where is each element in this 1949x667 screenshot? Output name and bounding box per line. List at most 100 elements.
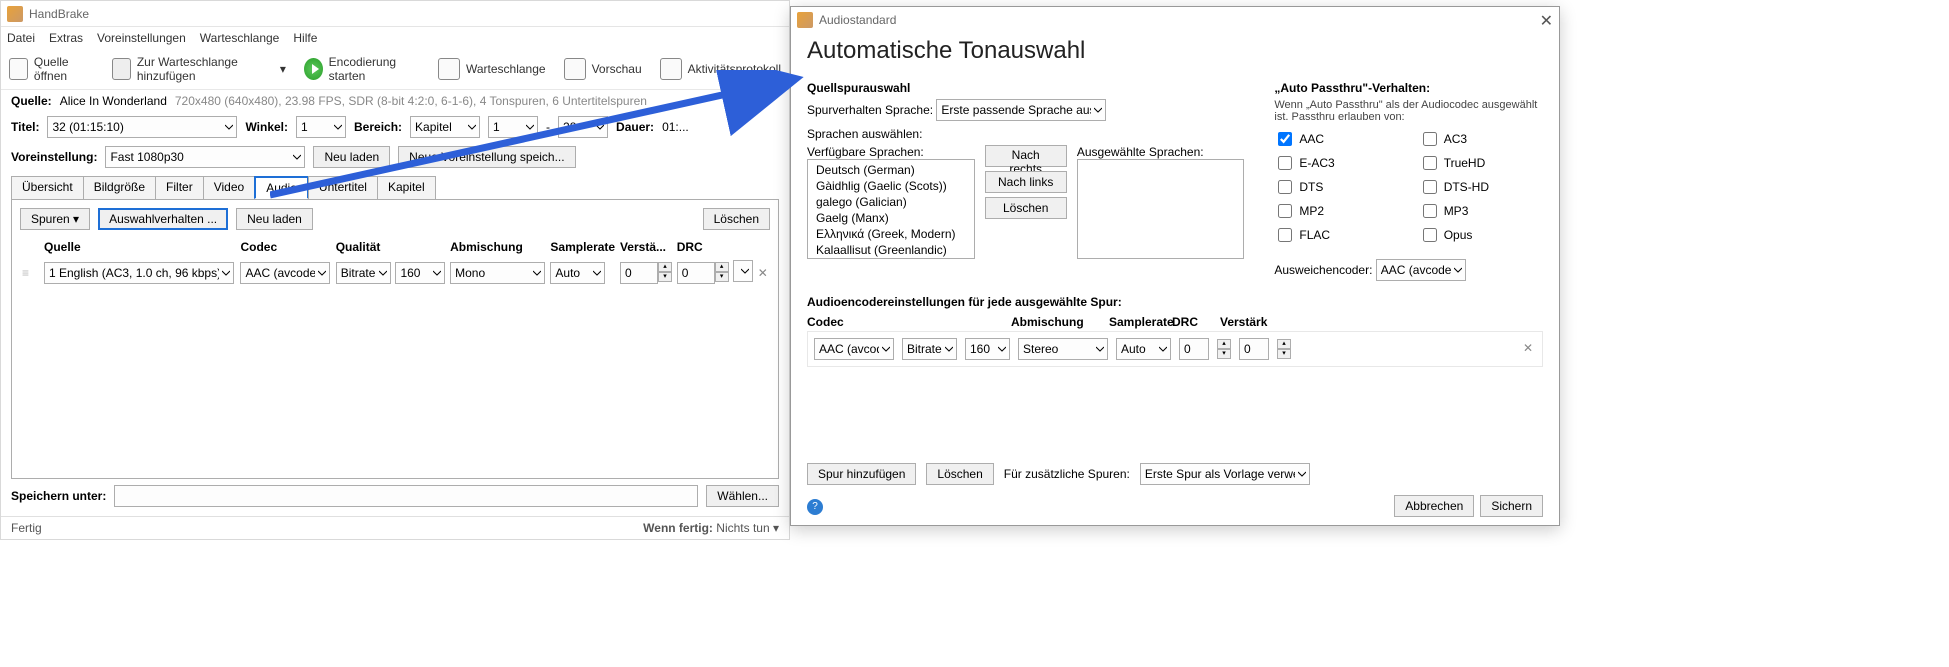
fallback-select[interactable]: AAC (avcodec) <box>1376 259 1466 281</box>
codec-check-dts-hd[interactable]: DTS-HD <box>1419 177 1543 197</box>
audio-delete-button[interactable]: Löschen <box>703 208 770 230</box>
tab-filter[interactable]: Filter <box>155 176 204 199</box>
tab-audio[interactable]: Audio <box>254 176 309 199</box>
lang-item[interactable]: Deutsch (German) <box>810 162 972 178</box>
tab-kapitel[interactable]: Kapitel <box>377 176 436 199</box>
track-source-select[interactable]: 1 English (AC3, 1.0 ch, 96 kbps) <box>44 262 234 284</box>
save-path-input[interactable] <box>114 485 698 507</box>
codec-check-ac3[interactable]: AC3 <box>1419 129 1543 149</box>
tab-untertitel[interactable]: Untertitel <box>308 176 378 199</box>
enc-bitrate-select[interactable]: 160 <box>965 338 1010 360</box>
range-from-select[interactable]: 1 <box>488 116 538 138</box>
gain-up[interactable]: ▴ <box>658 262 672 272</box>
remove-track-button[interactable]: ✕ <box>758 266 768 280</box>
enc-gain-input[interactable] <box>1239 338 1269 360</box>
lang-item[interactable]: galego (Galician) <box>810 194 972 210</box>
menu-hilfe[interactable]: Hilfe <box>293 31 317 45</box>
move-left-button[interactable]: Nach links <box>985 171 1067 193</box>
delete-track-button[interactable]: Löschen <box>926 463 993 485</box>
preview-button[interactable]: Vorschau <box>564 58 642 80</box>
menu-datei[interactable]: Datei <box>7 31 35 45</box>
enc-drc-input[interactable] <box>1179 338 1209 360</box>
preset-select[interactable]: Fast 1080p30 <box>105 146 305 168</box>
extra-tracks-select[interactable]: Erste Spur als Vorlage verwend <box>1140 463 1310 485</box>
track-bitrate-select[interactable]: 160 <box>395 262 445 284</box>
chevron-down-icon[interactable]: ▾ <box>280 62 286 76</box>
tab-bildgroesse[interactable]: Bildgröße <box>83 176 156 199</box>
lang-item[interactable]: Gàidhlig (Gaelic (Scots)) <box>810 178 972 194</box>
codec-check-mp3[interactable]: MP3 <box>1419 201 1543 221</box>
enc-remove-button[interactable]: ✕ <box>1520 341 1536 357</box>
selection-behavior-button[interactable]: Auswahlverhalten ... <box>98 208 228 230</box>
chosen-lang-list[interactable] <box>1077 159 1245 259</box>
menubar: Datei Extras Voreinstellungen Warteschla… <box>1 27 789 49</box>
title-select[interactable]: 32 (01:15:10) <box>47 116 237 138</box>
codec-check-flac[interactable]: FLAC <box>1274 225 1388 245</box>
col-codec: Codec <box>238 236 333 258</box>
preset-reload-button[interactable]: Neu laden <box>313 146 390 168</box>
enc-mix-select[interactable]: Stereo <box>1018 338 1108 360</box>
enc-sr-select[interactable]: Auto <box>1116 338 1171 360</box>
start-encode-button[interactable]: Encodierung starten <box>304 55 420 83</box>
chosen-lang-label: Ausgewählte Sprachen: <box>1077 145 1245 159</box>
angle-select[interactable]: 1 <box>296 116 346 138</box>
audio-track-row: ≡ 1 English (AC3, 1.0 ch, 96 kbps) AAC (… <box>20 258 770 287</box>
source-selection-heading: Quellspurauswahl <box>807 81 1244 95</box>
track-drc-input[interactable] <box>677 262 715 284</box>
enc-codec-select[interactable]: AAC (avcode <box>814 338 894 360</box>
tab-strip: Übersicht Bildgröße Filter Video Audio U… <box>11 176 779 199</box>
title-label: Titel: <box>11 120 39 134</box>
tracks-dropdown-button[interactable]: Spuren ▾ <box>20 208 90 230</box>
queue-add-icon <box>112 58 131 80</box>
col-quality: Qualität <box>334 236 394 258</box>
folder-icon <box>9 58 28 80</box>
browse-button[interactable]: Wählen... <box>706 485 779 507</box>
queue-button[interactable]: Warteschlange <box>438 58 546 80</box>
track-sr-select[interactable]: Auto <box>550 262 605 284</box>
range-type-select[interactable]: Kapitel <box>410 116 480 138</box>
enc-mode-select[interactable]: Bitrate <box>902 338 957 360</box>
cancel-button[interactable]: Abbrechen <box>1394 495 1474 517</box>
track-mode-select[interactable]: Bitrate: <box>336 262 391 284</box>
when-done-label: Wenn fertig: <box>643 521 713 535</box>
drag-handle-icon[interactable]: ≡ <box>22 266 29 280</box>
move-right-button[interactable]: Nach rechts <box>985 145 1067 167</box>
add-track-button[interactable]: Spur hinzufügen <box>807 463 916 485</box>
drc-down[interactable]: ▾ <box>715 272 729 282</box>
drc-up[interactable]: ▴ <box>715 262 729 272</box>
codec-check-truehd[interactable]: TrueHD <box>1419 153 1543 173</box>
dialog-close-button[interactable]: ✕ <box>1540 11 1553 31</box>
codec-check-opus[interactable]: Opus <box>1419 225 1543 245</box>
menu-voreinstellungen[interactable]: Voreinstellungen <box>97 31 186 45</box>
tab-uebersicht[interactable]: Übersicht <box>11 176 84 199</box>
codec-check-mp2[interactable]: MP2 <box>1274 201 1388 221</box>
codec-check-dts[interactable]: DTS <box>1274 177 1388 197</box>
save-button[interactable]: Sichern <box>1480 495 1543 517</box>
codec-check-e-ac3[interactable]: E-AC3 <box>1274 153 1388 173</box>
gain-down[interactable]: ▾ <box>658 272 672 282</box>
source-meta: 720x480 (640x480), 23.98 FPS, SDR (8-bit… <box>175 94 647 108</box>
lang-item[interactable]: Gaelg (Manx) <box>810 210 972 226</box>
available-lang-list[interactable]: Deutsch (German)Gàidhlig (Gaelic (Scots)… <box>807 159 975 259</box>
lang-delete-button[interactable]: Löschen <box>985 197 1067 219</box>
audio-reload-button[interactable]: Neu laden <box>236 208 313 230</box>
track-behavior-select[interactable]: Erste passende Sprache auswäl <box>936 99 1106 121</box>
activity-button[interactable]: Aktivitätsprotokoll <box>660 58 781 80</box>
track-gain-input[interactable] <box>620 262 658 284</box>
menu-extras[interactable]: Extras <box>49 31 83 45</box>
menu-warteschlange[interactable]: Warteschlange <box>200 31 280 45</box>
add-to-queue-button[interactable]: Zur Warteschlange hinzufügen▾ <box>112 55 286 83</box>
range-to-select[interactable]: 28 <box>558 116 608 138</box>
lang-item[interactable]: Kalaallisut (Greenlandic) <box>810 242 972 258</box>
track-codec-select[interactable]: AAC (avcodec) <box>240 262 330 284</box>
track-more-button[interactable] <box>733 260 753 282</box>
preset-save-button[interactable]: Neue Voreinstellung speich... <box>398 146 575 168</box>
help-button[interactable]: ? <box>807 499 823 515</box>
fallback-label: Ausweichencoder: <box>1274 263 1372 277</box>
open-source-button[interactable]: Quelle öffnen <box>9 55 94 83</box>
track-mix-select[interactable]: Mono <box>450 262 545 284</box>
tab-video[interactable]: Video <box>203 176 255 199</box>
when-done-value[interactable]: Nichts tun <box>716 521 769 535</box>
codec-check-aac[interactable]: AAC <box>1274 129 1388 149</box>
lang-item[interactable]: Ελληνικά (Greek, Modern) <box>810 226 972 242</box>
